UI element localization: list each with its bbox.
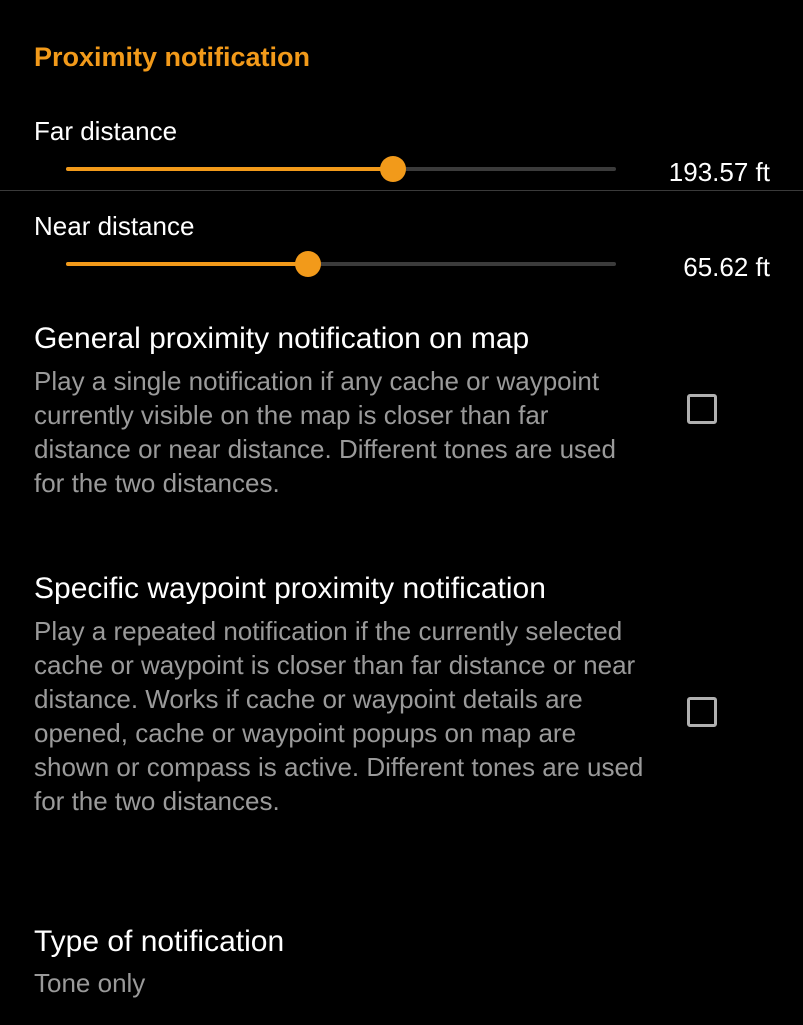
general-proximity-title: General proximity notification on map <box>34 322 530 355</box>
specific-waypoint-checkbox[interactable] <box>687 697 717 727</box>
far-distance-slider-fill <box>66 167 393 171</box>
near-distance-value: 65.62 ft <box>683 252 770 282</box>
general-proximity-summary: Play a single notification if any cache … <box>34 366 616 498</box>
specific-waypoint-title: Specific waypoint proximity notification <box>34 572 546 605</box>
near-distance-slider-thumb[interactable] <box>295 251 321 277</box>
notification-type-value: Tone only <box>34 968 146 998</box>
near-distance-slider[interactable] <box>66 250 616 278</box>
general-proximity-checkbox[interactable] <box>687 394 717 424</box>
near-distance-title: Near distance <box>34 211 195 241</box>
far-distance-slider[interactable] <box>66 155 616 183</box>
divider <box>0 190 803 191</box>
near-distance-slider-fill <box>66 262 308 266</box>
section-header: Proximity notification <box>34 42 311 72</box>
far-distance-value: 193.57 ft <box>668 157 770 187</box>
notification-type-title: Type of notification <box>34 925 285 958</box>
far-distance-slider-thumb[interactable] <box>379 156 406 182</box>
specific-waypoint-summary: Play a repeated notification if the curr… <box>34 616 644 816</box>
far-distance-title: Far distance <box>34 116 178 146</box>
